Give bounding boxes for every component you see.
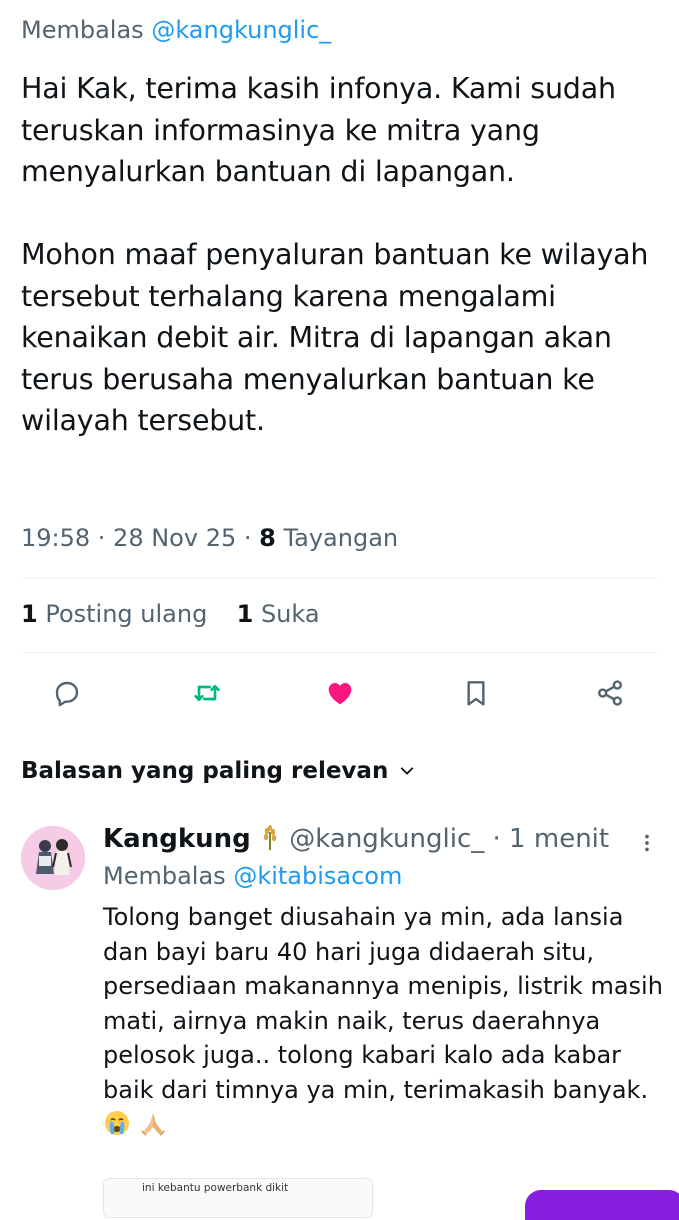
reply-media-preview[interactable]: ini kebantu powerbank dikit xyxy=(103,1178,373,1218)
reply-replying-label: Membalas xyxy=(103,862,234,890)
avatar[interactable] xyxy=(21,826,85,890)
likes-stat[interactable]: 1 Suka xyxy=(237,600,320,628)
tweet-text: Hai Kak, terima kasih infonya. Kami suda… xyxy=(21,72,649,437)
reply-text: Tolong banget diusahain ya min, ada lans… xyxy=(103,900,669,1142)
reply-author-name[interactable]: Kangkung xyxy=(103,824,251,854)
bookmark-icon xyxy=(467,681,485,706)
rice-stalk-emoji xyxy=(263,825,277,850)
reply-author-handle[interactable]: @kangkunglic_ xyxy=(289,824,484,854)
views-label: Tayangan xyxy=(275,524,399,552)
replying-to-line: Membalas @kangkunglic_ xyxy=(21,16,331,44)
heart-icon xyxy=(328,683,352,705)
reply-icon xyxy=(55,681,79,707)
more-options-button[interactable] xyxy=(636,832,658,858)
bookmark-button[interactable] xyxy=(450,667,502,719)
reposts-stat[interactable]: 1 Posting ulang xyxy=(21,600,207,628)
reply-replying-to: Membalas @kitabisacom xyxy=(103,862,402,890)
views-count: 8 xyxy=(259,524,276,552)
tweet-timestamp[interactable]: 19:58 · 28 Nov 25 · xyxy=(21,524,259,552)
replying-to-handle-link[interactable]: @kangkunglic_ xyxy=(151,16,331,44)
divider xyxy=(21,652,658,653)
replying-to-label: Membalas xyxy=(21,16,152,44)
repost-icon xyxy=(194,685,220,701)
folded-hands-emoji xyxy=(140,1112,165,1136)
crying-face-emoji xyxy=(105,1110,129,1135)
reply-button[interactable] xyxy=(41,667,93,719)
like-button[interactable] xyxy=(314,667,366,719)
chevron-down-icon xyxy=(401,767,414,775)
tweet-meta: 19:58 · 28 Nov 25 · 8 Tayangan xyxy=(21,524,398,552)
repost-button[interactable] xyxy=(181,667,233,719)
engagement-stats: 1 Posting ulang 1 Suka xyxy=(21,600,320,628)
share-button[interactable] xyxy=(584,667,636,719)
divider xyxy=(21,578,658,579)
reply-header: Kangkung @kangkunglic_ · 1 menit xyxy=(103,824,609,854)
reply-sort-selector[interactable]: Balasan yang paling relevan xyxy=(21,758,416,784)
more-vertical-icon xyxy=(645,834,649,852)
reply-replying-handle-link[interactable]: @kitabisacom xyxy=(233,862,402,890)
reply-time[interactable]: · 1 menit xyxy=(484,824,610,854)
reply-sort-label: Balasan yang paling relevan xyxy=(21,758,389,784)
share-icon xyxy=(598,680,622,706)
media-preview-purple xyxy=(525,1190,679,1220)
media-caption: ini kebantu powerbank dikit xyxy=(142,1182,289,1194)
avatar-illustration xyxy=(21,826,85,890)
action-bar xyxy=(21,667,658,719)
reply-text-body: Tolong banget diusahain ya min, ada lans… xyxy=(103,903,663,1104)
